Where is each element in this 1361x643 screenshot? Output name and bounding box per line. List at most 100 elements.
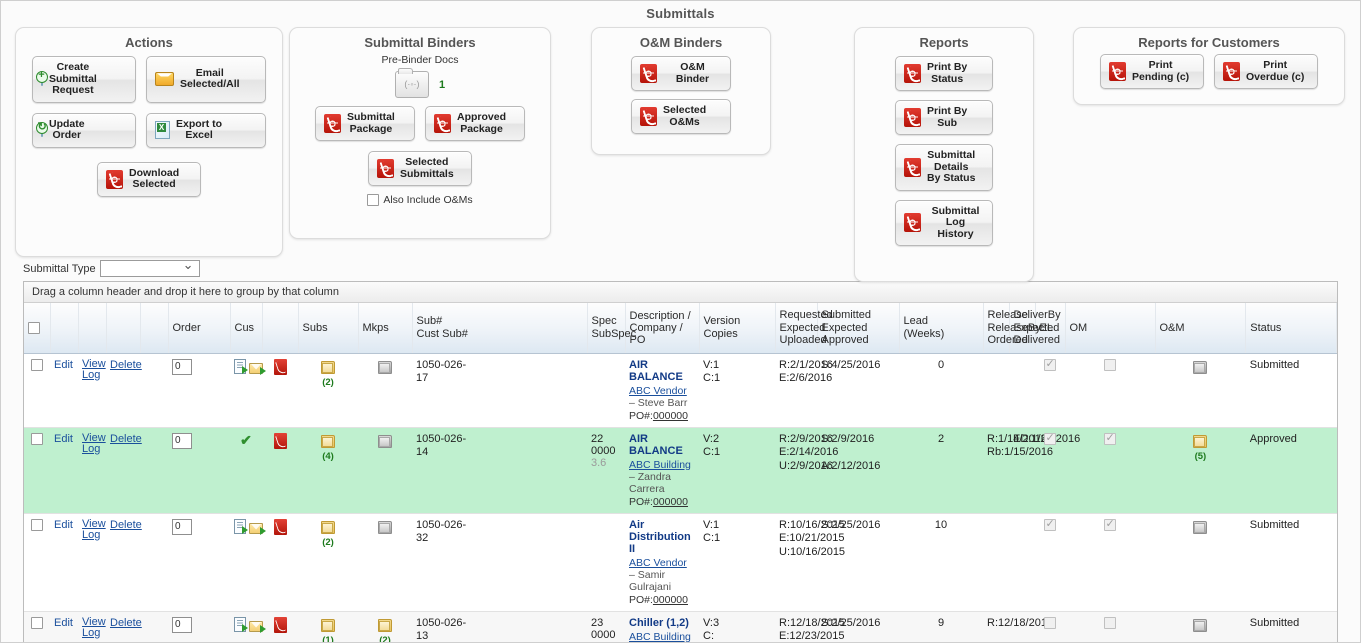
row-checkbox[interactable] — [31, 518, 43, 531]
mail-go-icon[interactable] — [249, 620, 267, 633]
delete-link[interactable]: Delete — [110, 519, 142, 531]
mkps-folder-icon[interactable] — [378, 433, 392, 451]
header-subnum[interactable]: Sub# Cust Sub# — [412, 303, 588, 354]
mail-go-icon[interactable] — [249, 522, 267, 535]
el-checkbox[interactable] — [1044, 357, 1056, 371]
view-log-link[interactable]: View Log — [82, 518, 106, 541]
el-checkbox[interactable] — [1044, 616, 1056, 629]
export-to-excel-button[interactable]: Export to Excel — [146, 112, 266, 148]
pdf-icon[interactable] — [273, 616, 287, 633]
pdf-icon[interactable] — [273, 518, 287, 535]
row-select-cell — [24, 611, 50, 642]
delete-link[interactable]: Delete — [110, 433, 142, 445]
select-all-checkbox[interactable] — [28, 321, 40, 334]
company-link[interactable]: ABC Vendor — [629, 557, 687, 569]
company-link[interactable]: ABC Building — [629, 631, 691, 643]
email-selected-all-button[interactable]: Email Selected/All — [146, 56, 266, 103]
header-mkps[interactable]: Mkps — [358, 303, 413, 354]
description-company: ABC Building – Zandra Carrera — [629, 458, 691, 495]
header-spec[interactable]: Spec SubSpec — [587, 303, 636, 354]
print-overdue-customer-button[interactable]: Print Overdue (c) — [1214, 54, 1318, 89]
table-row[interactable]: Edit View Log Delete 0 ✔ (4) 1050-026- 14 22 00… — [24, 427, 1337, 514]
edit-link[interactable]: Edit — [54, 519, 73, 531]
toolbar-panels: Actions Create Submittal Request Email S… — [1, 27, 1360, 282]
delete-link[interactable]: Delete — [110, 359, 142, 371]
el-checkbox[interactable] — [1044, 431, 1056, 445]
row-submitted-cell: S:4/25/2016 — [817, 353, 899, 428]
selected-oms-button[interactable]: Selected O&Ms — [631, 99, 731, 134]
submittal-log-history-button[interactable]: Submittal Log History — [895, 199, 993, 246]
header-om[interactable]: OM — [1065, 303, 1156, 354]
om-binder-button[interactable]: O&M Binder — [631, 56, 731, 91]
om-folder-icon[interactable] — [1193, 519, 1208, 537]
download-selected-button[interactable]: Download Selected — [97, 161, 201, 197]
print-pending-customer-button[interactable]: Print Pending (c) — [1100, 54, 1204, 89]
header-release[interactable]: Release ReleaseBy Ordered — [983, 303, 1041, 354]
view-log-link[interactable]: View Log — [82, 358, 106, 381]
order-input[interactable]: 0 — [172, 358, 192, 375]
print-by-status-button[interactable]: Print By Status — [895, 56, 993, 91]
om-folder-icon[interactable] — [1193, 359, 1208, 377]
subs-folder-icon[interactable]: (4) — [321, 433, 335, 462]
row-checkbox[interactable] — [31, 432, 43, 445]
mail-go-icon[interactable] — [249, 362, 267, 375]
doc-go-icon[interactable] — [234, 518, 248, 534]
submittal-package-button[interactable]: Submittal Package — [315, 106, 415, 141]
view-log-link[interactable]: View Log — [82, 616, 106, 639]
el-checkbox[interactable] — [1044, 517, 1056, 531]
header-order[interactable]: Order — [168, 303, 231, 354]
pdf-icon[interactable] — [273, 432, 287, 449]
row-checkbox[interactable] — [31, 358, 43, 371]
print-by-sub-button[interactable]: Print By Sub — [895, 100, 993, 135]
selected-submittals-button[interactable]: Selected Submittals — [368, 151, 472, 186]
group-by-dropzone[interactable]: Drag a column header and drop it here to… — [24, 282, 1337, 303]
om-checkbox[interactable] — [1104, 358, 1116, 371]
row-checkbox[interactable] — [31, 616, 43, 629]
om-checkbox[interactable] — [1104, 431, 1116, 445]
header-subs[interactable]: Subs — [298, 303, 359, 354]
header-cus[interactable]: Cus — [230, 303, 263, 354]
header-submitted[interactable]: Submitted Expected Approved — [817, 303, 900, 354]
mkps-folder-icon[interactable]: (2) — [378, 617, 392, 642]
edit-link[interactable]: Edit — [54, 359, 73, 371]
pre-binder-folder-icon[interactable] — [394, 68, 429, 98]
company-link[interactable]: ABC Vendor — [629, 385, 687, 397]
table-row[interactable]: Edit View Log Delete 0 (1) (2) 1050-026- 13 23 … — [24, 611, 1337, 643]
pdf-icon[interactable] — [273, 358, 287, 375]
submittal-type-select[interactable] — [99, 257, 200, 277]
also-include-oms-checkbox[interactable] — [367, 194, 380, 206]
order-input[interactable]: 0 — [172, 432, 192, 449]
order-input[interactable]: 0 — [172, 616, 192, 633]
header-om-docs[interactable]: O&M — [1155, 303, 1247, 354]
header-description[interactable]: Description / Company / PO — [625, 303, 700, 354]
doc-go-icon[interactable] — [234, 358, 248, 374]
create-submittal-request-button[interactable]: Create Submittal Request — [32, 56, 136, 103]
doc-go-icon[interactable] — [234, 616, 248, 632]
subs-folder-icon[interactable]: (1) — [321, 617, 335, 642]
approved-package-button[interactable]: Approved Package — [425, 106, 525, 141]
om-checkbox[interactable] — [1104, 517, 1116, 531]
om-folder-icon[interactable] — [1193, 617, 1208, 635]
order-input[interactable]: 0 — [172, 518, 192, 535]
header-deliverby[interactable]: DeliverBy Expected Delivered — [1009, 303, 1061, 354]
update-order-button[interactable]: Update Order — [32, 112, 136, 148]
mkps-folder-icon[interactable] — [378, 519, 392, 537]
submittal-details-by-status-button[interactable]: Submittal Details By Status — [895, 144, 993, 191]
header-version[interactable]: Version Copies — [699, 303, 776, 354]
edit-link[interactable]: Edit — [54, 433, 73, 445]
om-checkbox[interactable] — [1104, 616, 1116, 629]
edit-link[interactable]: Edit — [54, 617, 73, 629]
header-status[interactable]: Status — [1245, 303, 1337, 354]
view-log-link[interactable]: View Log — [82, 432, 106, 455]
header-lead[interactable]: Lead (Weeks) — [899, 303, 984, 354]
table-row[interactable]: Edit View Log Delete 0 (2) 1050-026- 17 AIR BA… — [24, 353, 1337, 428]
table-row[interactable]: Edit View Log Delete 0 (2) 1050-026- 32 Air Di… — [24, 513, 1337, 612]
company-link[interactable]: ABC Building — [629, 459, 691, 471]
subs-folder-icon[interactable]: (2) — [321, 359, 335, 388]
delete-link[interactable]: Delete — [110, 617, 142, 629]
header-requested[interactable]: Requested Expected Uploaded — [775, 303, 833, 354]
row-release-cell — [983, 353, 1009, 428]
subs-folder-icon[interactable]: (2) — [321, 519, 335, 548]
om-folder-icon[interactable]: (5) — [1193, 433, 1208, 462]
mkps-folder-icon[interactable] — [378, 359, 392, 377]
